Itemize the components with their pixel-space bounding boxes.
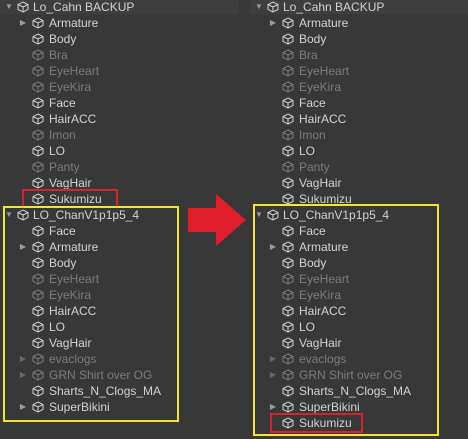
tree-item[interactable]: Body: [0, 31, 239, 47]
tree-item[interactable]: ▶ Armature: [250, 15, 468, 31]
gameobject-cube-icon: [32, 17, 44, 29]
tree-item[interactable]: Panty: [250, 159, 468, 175]
tree-item[interactable]: Panty: [0, 159, 239, 175]
tree-item-label: Face: [49, 96, 76, 110]
tree-item-label: EyeKira: [299, 80, 342, 94]
tree-item-label: Armature: [299, 16, 349, 30]
tree-item-label: EyeKira: [49, 80, 92, 94]
gameobject-cube-icon: [32, 97, 44, 109]
collapsed-arrow-icon[interactable]: ▶: [18, 15, 28, 31]
gameobject-cube-icon: [32, 161, 44, 173]
tree-item[interactable]: Imon: [250, 127, 468, 143]
tree-item-label: Body: [49, 32, 77, 46]
gameobject-cube-icon: [32, 49, 44, 61]
gameobject-cube-icon: [282, 65, 294, 77]
tree-item[interactable]: EyeHeart: [0, 63, 239, 79]
gameobject-cube-icon: [282, 129, 294, 141]
gameobject-cube-icon: [282, 81, 294, 93]
expand-arrow-icon[interactable]: ▼: [254, 0, 264, 15]
gameobject-cube-icon: [282, 49, 294, 61]
gameobject-cube-icon: [32, 177, 44, 189]
yellow-highlight-box: [253, 204, 439, 436]
gameobject-cube-icon: [267, 1, 279, 13]
tree-item[interactable]: VagHair: [250, 175, 468, 191]
tree-item-label: HairACC: [49, 112, 97, 126]
gameobject-cube-icon: [32, 33, 44, 45]
tree-item-label: Panty: [49, 160, 80, 174]
tree-item[interactable]: ▶ Armature: [0, 15, 239, 31]
tree-item-label: HairACC: [299, 112, 347, 126]
gameobject-cube-icon: [282, 177, 294, 189]
tree-item[interactable]: EyeKira: [0, 79, 239, 95]
tree-item-label: LO: [299, 144, 316, 158]
collapsed-arrow-icon[interactable]: ▶: [268, 15, 278, 31]
gameobject-cube-icon: [282, 33, 294, 45]
tree-item-root[interactable]: ▼ Lo_Cahn BACKUP: [0, 0, 239, 15]
tree-item[interactable]: LO: [0, 143, 239, 159]
tree-item-root[interactable]: ▼ Lo_Cahn BACKUP: [250, 0, 468, 15]
gameobject-cube-icon: [32, 65, 44, 77]
tree-item[interactable]: Bra: [250, 47, 468, 63]
tree-item[interactable]: EyeKira: [250, 79, 468, 95]
tree-item-label: Body: [299, 32, 327, 46]
gameobject-cube-icon: [282, 97, 294, 109]
gameobject-cube-icon: [32, 81, 44, 93]
tree-item-label: Panty: [299, 160, 330, 174]
gameobject-cube-icon: [32, 113, 44, 125]
gameobject-cube-icon: [17, 1, 29, 13]
tree-item[interactable]: Face: [0, 95, 239, 111]
tree-item[interactable]: EyeHeart: [250, 63, 468, 79]
yellow-highlight-box: [3, 206, 179, 422]
tree-item-label: Bra: [299, 48, 318, 62]
tree-item-label: Face: [299, 96, 326, 110]
tree-item-label: VagHair: [299, 176, 342, 190]
hierarchy-panel-after: ▼ Lo_Cahn BACKUP ▶ Armature Body Bra Eye…: [250, 0, 468, 439]
gameobject-cube-icon: [282, 145, 294, 157]
tree-item[interactable]: HairACC: [0, 111, 239, 127]
tree-item[interactable]: Face: [250, 95, 468, 111]
gameobject-cube-icon: [282, 161, 294, 173]
tree-item-label: EyeHeart: [299, 64, 350, 78]
tree-item-label: LO: [49, 144, 66, 158]
tree-item-label: Armature: [49, 16, 99, 30]
tree-item[interactable]: Body: [250, 31, 468, 47]
gameobject-cube-icon: [32, 129, 44, 141]
tree-item-label: Bra: [49, 48, 68, 62]
tree-item-label: Imon: [299, 128, 326, 142]
red-highlight-box: [270, 413, 363, 433]
expand-arrow-icon[interactable]: ▼: [4, 0, 14, 15]
tree-item[interactable]: Bra: [0, 47, 239, 63]
tree-item-label: EyeHeart: [49, 64, 100, 78]
tree-item-label: Lo_Cahn BACKUP: [283, 0, 385, 14]
gameobject-cube-icon: [282, 113, 294, 125]
tree-item[interactable]: HairACC: [250, 111, 468, 127]
right-arrow-icon: [188, 194, 246, 246]
gameobject-cube-icon: [282, 17, 294, 29]
tree-item-label: Lo_Cahn BACKUP: [33, 0, 135, 14]
gameobject-cube-icon: [32, 145, 44, 157]
tree-item-label: Imon: [49, 128, 76, 142]
tree-item[interactable]: Imon: [0, 127, 239, 143]
tree-item[interactable]: LO: [250, 143, 468, 159]
